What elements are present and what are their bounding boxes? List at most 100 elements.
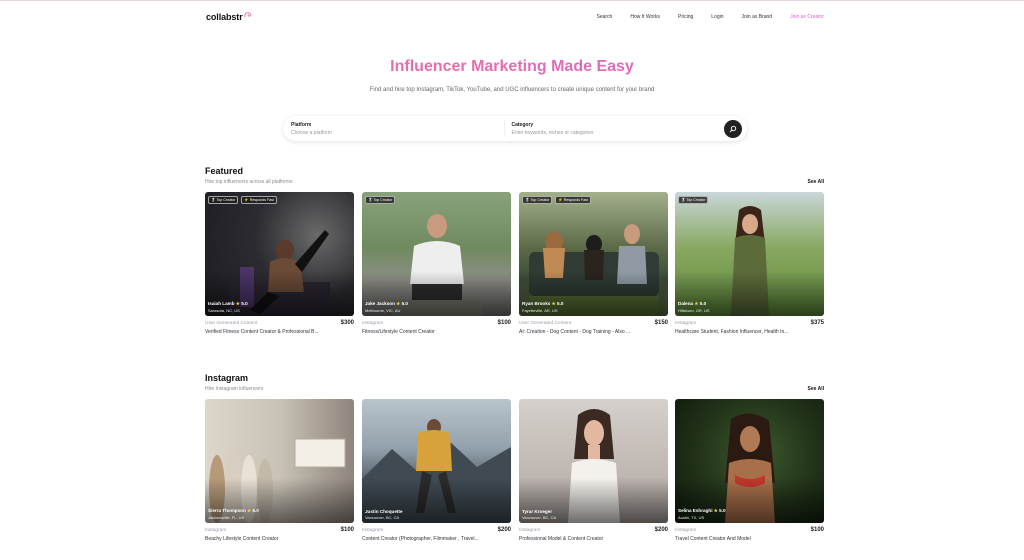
creator-platform: Instagram [675,321,697,326]
creator-price: $200 [654,527,668,533]
creator-rating: 5.0 [557,301,564,306]
creator-card[interactable]: 🎖 Top Creator ⚡ Responds Fast Ryan Brook… [519,192,668,335]
creator-rating: 5.0 [401,301,408,306]
creator-price: $100 [810,527,824,533]
creator-price: $375 [810,320,824,326]
instagram-see-all-link[interactable]: See All [790,386,825,392]
creator-name: Sierra Thompson [208,508,246,513]
platform-field[interactable]: Platform Choose a platform [283,120,504,137]
nav-search[interactable]: Search [597,14,613,20]
platform-placeholder: Choose a platform [291,129,332,136]
creator-rating: 5.0 [241,301,248,306]
creator-price: $300 [340,320,354,326]
creator-card[interactable]: 🎖 Top Creator Dalena ★ 5.0 Hillsboro, OR… [675,192,824,335]
creator-description: Professional Model & Content Creator [519,536,604,542]
creator-name: Jake Jackson [365,301,395,306]
creator-info: Ryan Brooks ★ 5.0 Fayetteville, AR, US [522,301,563,313]
creator-location: Fayetteville, AR, US [522,308,558,313]
star-icon: ★ [713,508,718,513]
header: collabstr Search How It Works Pricing Lo… [206,10,824,24]
creator-rating: 5.0 [699,301,707,306]
creator-platform: User Generated Content [519,321,572,326]
search-icon [729,125,737,132]
top-creator-badge: 🎖 Top Creator [522,196,553,204]
creator-name: Isaiah Lamb [208,301,235,306]
creator-photo[interactable]: 🎖 Top Creator Jake Jackson ★ 5.0 Melbour… [362,192,511,316]
instagram-row: Sierra Thompson ★ 5.0 Jacksonville, FL, … [205,399,824,549]
creator-price: $100 [497,320,511,326]
creator-photo[interactable]: Justin Choquette Vancouver, BC, CA [362,399,511,523]
hero-subtitle: Find and hire top Instagram, TikTok, You… [369,87,655,93]
nav-join-as-creator[interactable]: Join as Creator [790,14,824,20]
creator-description: Healthcare Student, Fashion Influencer, … [675,329,789,335]
creator-info: Isaiah Lamb ★ 5.0 Sarasota, NC, US [208,301,248,313]
creator-info: Jake Jackson ★ 5.0 Melbourne, VIC, AU [365,301,408,313]
hero-title: Influencer Marketing Made Easy [0,58,1024,76]
star-icon: ★ [396,301,401,306]
creator-description: Beachy Lifestyle Content Creator [205,536,279,542]
creator-card[interactable]: 🎖 Top Creator Jake Jackson ★ 5.0 Melbour… [362,192,511,335]
creator-photo[interactable]: Selina Eshraghi ★ 5.0 Austin, TX, US [675,399,824,523]
creator-location: Vancouver, BC, CA [522,515,557,520]
top-creator-badge: 🎖 Top Creator [365,196,396,204]
featured-subtitle: Hire top influencers across all platform… [205,179,293,185]
creator-rating: 5.0 [719,508,726,513]
creator-location: Austin, TX, US [678,515,705,520]
platform-label: Platform [291,121,312,128]
featured-row: 🎖 Top Creator ⚡ Responds Fast Isaiah Lam… [205,192,824,342]
creator-card[interactable]: Tyrar Kroeger Vancouver, BC, CA Instagra… [519,399,668,542]
creator-photo[interactable]: Sierra Thompson ★ 5.0 Jacksonville, FL, … [205,399,354,523]
creator-name: Tyrar Kroeger [522,509,553,514]
responds-fast-badge: ⚡ Responds Fast [241,196,277,204]
badge-group: 🎖 Top Creator ⚡ Responds Fast [208,196,277,204]
creator-name: Justin Choquette [365,509,403,514]
nav-login[interactable]: Login [711,14,723,20]
creator-platform: Instagram [205,528,227,533]
logo[interactable]: collabstr [206,11,252,22]
badge-group: 🎖 Top Creator [678,196,709,204]
instagram-title: Instagram [205,373,249,383]
top-border [0,0,1024,1]
creator-photo[interactable]: 🎖 Top Creator ⚡ Responds Fast Isaiah Lam… [205,192,354,316]
logo-mark-icon [243,11,251,17]
creator-rating: 5.0 [252,508,259,513]
nav-join-as-brand[interactable]: Join as Brand [742,14,773,20]
instagram-subtitle: Hire Instagram influencers [205,386,264,392]
nav-how-it-works[interactable]: How It Works [630,14,660,20]
star-icon: ★ [247,508,252,513]
creator-photo[interactable]: 🎖 Top Creator ⚡ Responds Fast Ryan Brook… [519,192,668,316]
creator-card[interactable]: Sierra Thompson ★ 5.0 Jacksonville, FL, … [205,399,354,542]
creator-card[interactable]: Selina Eshraghi ★ 5.0 Austin, TX, US Ins… [675,399,824,542]
creator-price: $150 [654,320,668,326]
search-button[interactable] [724,119,742,138]
top-creator-badge: 🎖 Top Creator [208,196,239,204]
creator-price: $100 [340,527,354,533]
logo-text: collabstr [206,12,243,22]
responds-fast-badge: ⚡ Responds Fast [555,196,591,204]
creator-photo[interactable]: 🎖 Top Creator Dalena ★ 5.0 Hillsboro, OR… [675,192,824,316]
category-field[interactable]: Category Enter keywords, niches or categ… [503,120,725,137]
creator-info: Dalena ★ 5.0 Hillsboro, OR, US [678,301,710,313]
creator-location: Jacksonville, FL, US [208,515,245,520]
main-nav: Search How It Works Pricing Login Join a… [579,14,825,20]
creator-card[interactable]: 🎖 Top Creator ⚡ Responds Fast Isaiah Lam… [205,192,354,335]
creator-name: Ryan Brooks [522,301,551,306]
nav-pricing[interactable]: Pricing [678,14,693,20]
creator-price: $200 [497,527,511,533]
creator-platform: Instagram [362,321,384,326]
creator-card[interactable]: Justin Choquette Vancouver, BC, CA Insta… [362,399,511,542]
star-icon: ★ [694,301,699,306]
creator-location: Melbourne, VIC, AU [365,308,401,313]
creator-photo[interactable]: Tyrar Kroeger Vancouver, BC, CA [519,399,668,523]
top-creator-badge: 🎖 Top Creator [678,196,709,204]
creator-platform: User Generated Content [205,321,258,326]
creator-description: Verified Fitness Content Creator & Profe… [205,329,319,335]
creator-location: Sarasota, NC, US [208,308,240,313]
star-icon: ★ [551,301,556,306]
creator-info: Sierra Thompson ★ 5.0 Jacksonville, FL, … [208,508,259,520]
creator-description: AI: Creation - Dog Content - Dog Trainin… [519,329,631,335]
creator-description: Fitness/Lifestyle Content Creator [362,329,435,335]
creator-platform: Instagram [519,528,541,533]
featured-see-all-link[interactable]: See All [790,179,825,185]
creator-platform: Instagram [362,528,384,533]
